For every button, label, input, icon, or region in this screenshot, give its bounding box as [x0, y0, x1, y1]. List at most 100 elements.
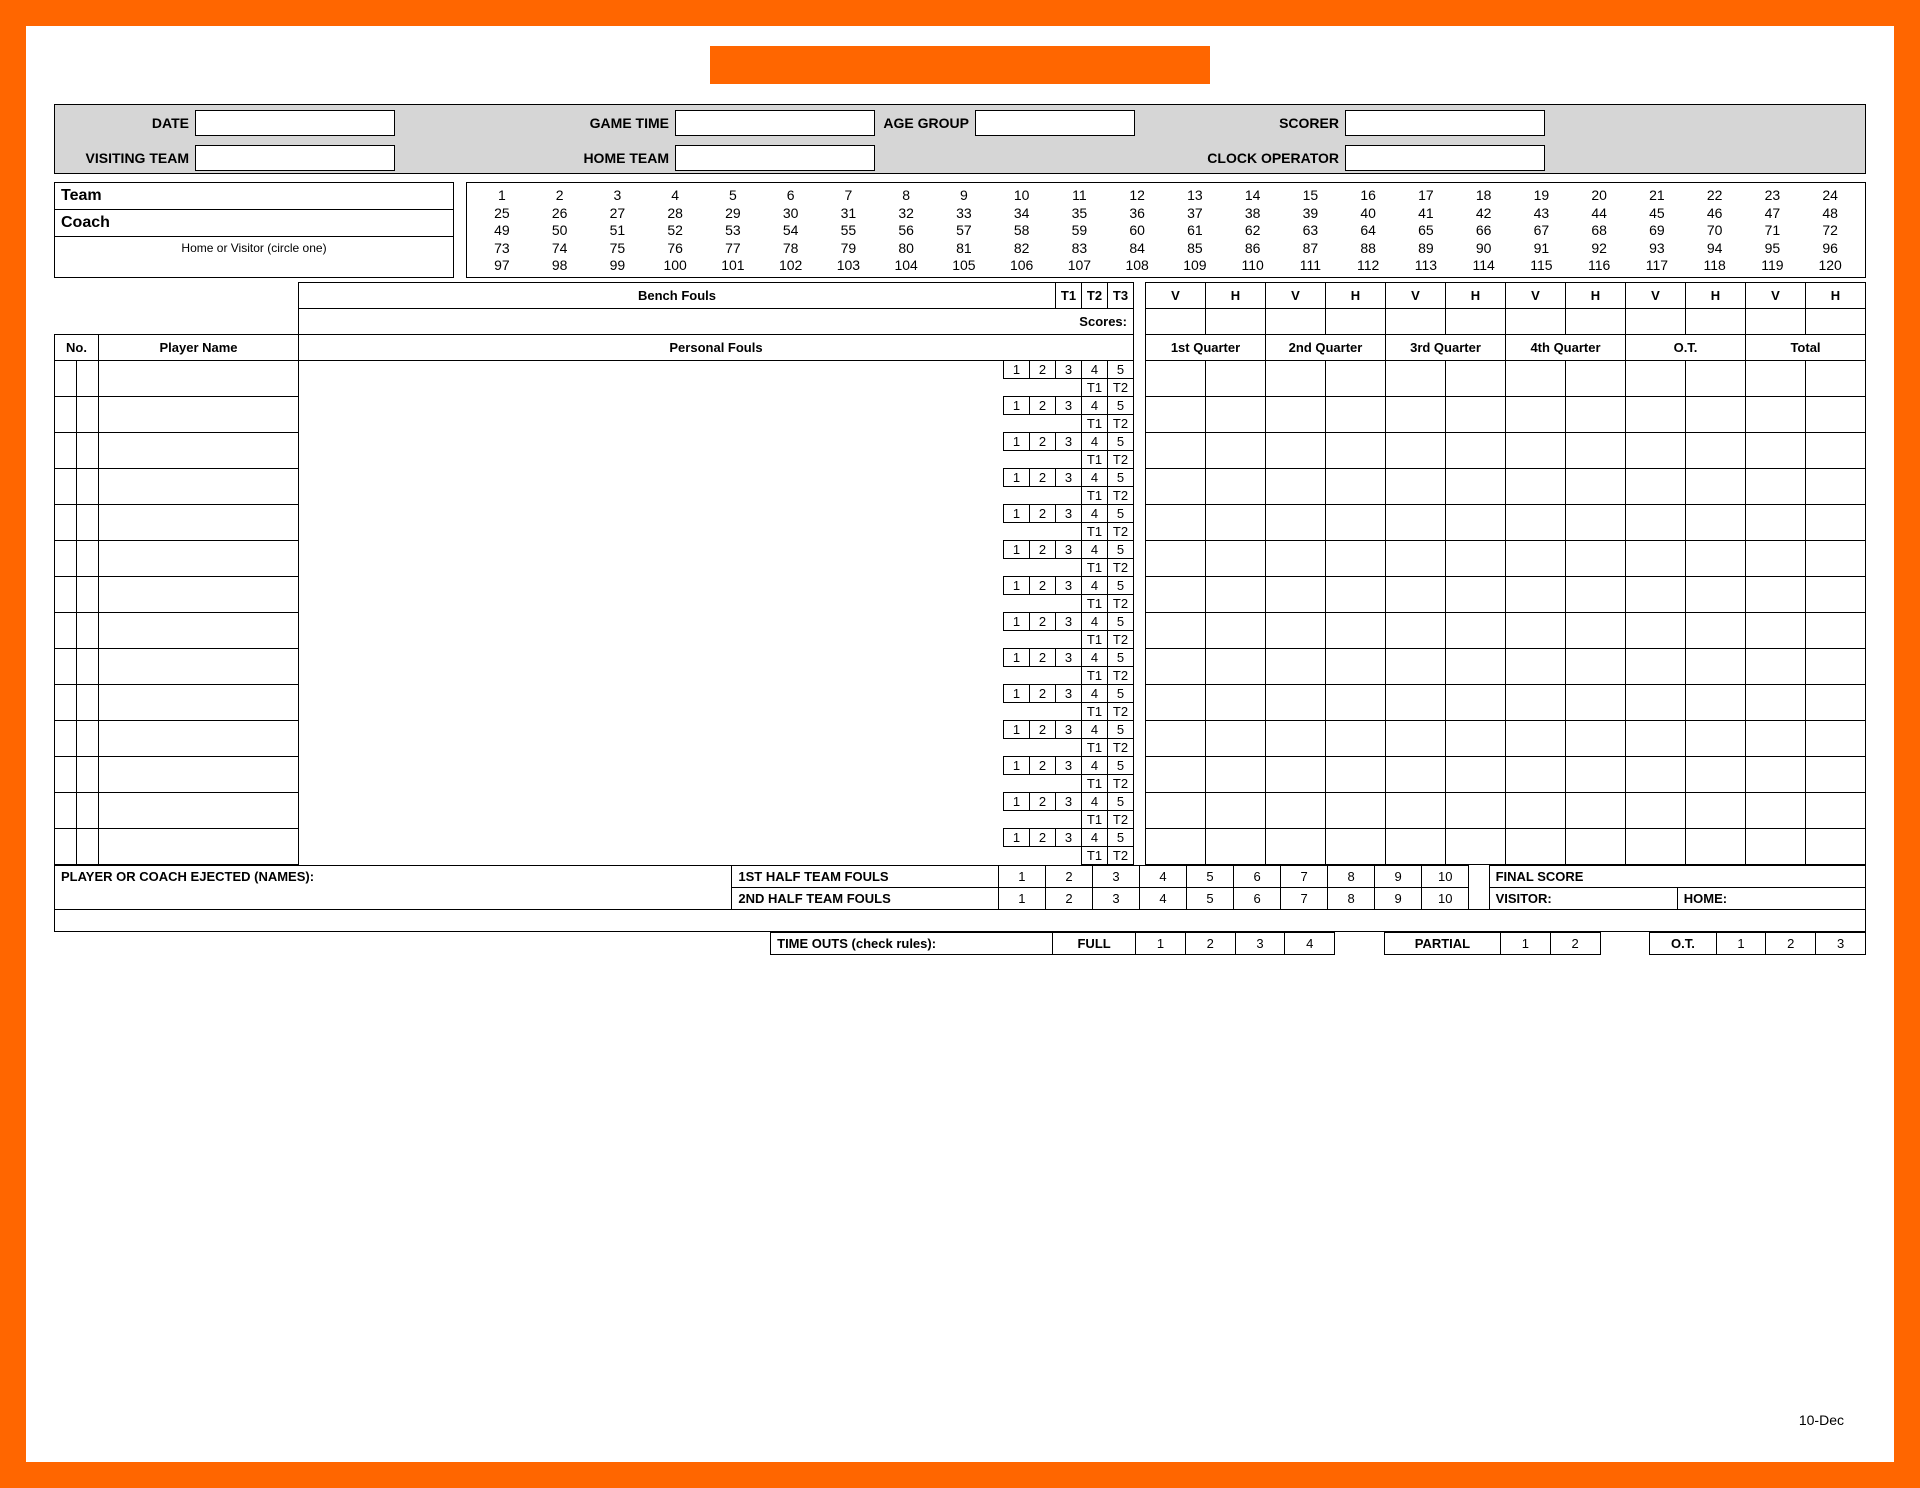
- score-cell[interactable]: [1626, 756, 1686, 792]
- score-cell[interactable]: 107: [1051, 257, 1109, 275]
- score-cell[interactable]: [1326, 720, 1386, 756]
- score-cell[interactable]: 62: [1224, 222, 1282, 240]
- score-cell[interactable]: 17: [1397, 187, 1455, 205]
- pf-4[interactable]: 4: [1082, 756, 1108, 774]
- player-name-cell[interactable]: [99, 432, 299, 468]
- player-no-a[interactable]: [55, 540, 77, 576]
- score-cell[interactable]: [1266, 432, 1326, 468]
- score-cell[interactable]: [1326, 648, 1386, 684]
- score-cell[interactable]: 42: [1455, 205, 1513, 223]
- score-cell[interactable]: [1686, 540, 1746, 576]
- pf-t2[interactable]: T2: [1108, 486, 1134, 504]
- pf-t1[interactable]: T1: [1082, 594, 1108, 612]
- h2-9[interactable]: 9: [1375, 887, 1422, 909]
- score-cell[interactable]: [1626, 504, 1686, 540]
- score-cell[interactable]: [1386, 648, 1446, 684]
- score-cell[interactable]: 68: [1570, 222, 1628, 240]
- score-cell[interactable]: [1746, 396, 1806, 432]
- score-cell[interactable]: [1566, 612, 1626, 648]
- score-cell[interactable]: 102: [762, 257, 820, 275]
- player-name-cell[interactable]: [99, 360, 299, 396]
- pf-2[interactable]: 2: [1030, 468, 1056, 486]
- player-name-cell[interactable]: [99, 396, 299, 432]
- score-cell[interactable]: [1806, 828, 1866, 864]
- pf-5[interactable]: 5: [1108, 504, 1134, 522]
- pf-5[interactable]: 5: [1108, 720, 1134, 738]
- score-cell[interactable]: [1746, 756, 1806, 792]
- pf-5[interactable]: 5: [1108, 756, 1134, 774]
- player-no-b[interactable]: [77, 720, 99, 756]
- score-cell[interactable]: 75: [589, 240, 647, 258]
- score-cell[interactable]: [1506, 756, 1566, 792]
- score-cell[interactable]: [1746, 540, 1806, 576]
- score-cell[interactable]: [1626, 720, 1686, 756]
- score-cell[interactable]: 32: [877, 205, 935, 223]
- h2-2[interactable]: 2: [1045, 887, 1092, 909]
- score-cell[interactable]: [1446, 468, 1506, 504]
- score-cell[interactable]: 5: [704, 187, 762, 205]
- score-cell[interactable]: 8: [877, 187, 935, 205]
- player-no-a[interactable]: [55, 792, 77, 828]
- score-cell[interactable]: [1626, 360, 1686, 396]
- score-cell[interactable]: [1686, 360, 1746, 396]
- pf-3[interactable]: 3: [1056, 396, 1082, 414]
- pf-1[interactable]: 1: [1004, 720, 1030, 738]
- score-cell[interactable]: 23: [1744, 187, 1802, 205]
- pf-1[interactable]: 1: [1004, 576, 1030, 594]
- pf-5[interactable]: 5: [1108, 792, 1134, 810]
- score-cell[interactable]: [1266, 540, 1326, 576]
- score-cell[interactable]: [1386, 684, 1446, 720]
- score-cell[interactable]: 54: [762, 222, 820, 240]
- score-cell[interactable]: [1386, 396, 1446, 432]
- player-no-a[interactable]: [55, 828, 77, 864]
- score-cell[interactable]: 61: [1166, 222, 1224, 240]
- score-cell[interactable]: [1686, 828, 1746, 864]
- player-no-a[interactable]: [55, 576, 77, 612]
- pf-t1[interactable]: T1: [1082, 522, 1108, 540]
- score-cell[interactable]: [1326, 792, 1386, 828]
- score-cell[interactable]: [1566, 828, 1626, 864]
- score-cell[interactable]: [1446, 684, 1506, 720]
- pf-t1[interactable]: T1: [1082, 846, 1108, 864]
- score-cell[interactable]: 52: [646, 222, 704, 240]
- pf-1[interactable]: 1: [1004, 504, 1030, 522]
- score-cell[interactable]: [1266, 684, 1326, 720]
- pf-5[interactable]: 5: [1108, 828, 1134, 846]
- date-input[interactable]: [195, 110, 395, 136]
- score-cell[interactable]: [1806, 396, 1866, 432]
- score-cell[interactable]: [1326, 360, 1386, 396]
- score-cell[interactable]: [1686, 612, 1746, 648]
- player-no-a[interactable]: [55, 756, 77, 792]
- score-cell[interactable]: [1326, 468, 1386, 504]
- score-cell[interactable]: [1206, 468, 1266, 504]
- pf-t1[interactable]: T1: [1082, 378, 1108, 396]
- player-name-cell[interactable]: [99, 720, 299, 756]
- pf-2[interactable]: 2: [1030, 792, 1056, 810]
- score-cell[interactable]: [1146, 756, 1206, 792]
- score-cell[interactable]: [1446, 792, 1506, 828]
- score-cell[interactable]: [1746, 468, 1806, 504]
- score-cell[interactable]: [1446, 432, 1506, 468]
- pf-3[interactable]: 3: [1056, 828, 1082, 846]
- score-cell[interactable]: 96: [1801, 240, 1859, 258]
- score-cell[interactable]: [1506, 468, 1566, 504]
- partial-1[interactable]: 1: [1501, 932, 1551, 954]
- score-cell[interactable]: [1626, 792, 1686, 828]
- player-no-a[interactable]: [55, 612, 77, 648]
- score-cell[interactable]: [1506, 684, 1566, 720]
- score-cell[interactable]: [1806, 792, 1866, 828]
- pf-1[interactable]: 1: [1004, 540, 1030, 558]
- score-cell[interactable]: [1566, 648, 1626, 684]
- player-no-b[interactable]: [77, 684, 99, 720]
- score-cell[interactable]: [1446, 612, 1506, 648]
- score-cell[interactable]: [1446, 504, 1506, 540]
- score-cell[interactable]: 33: [935, 205, 993, 223]
- score-cell[interactable]: 76: [646, 240, 704, 258]
- player-no-b[interactable]: [77, 792, 99, 828]
- score-cell[interactable]: [1746, 576, 1806, 612]
- score-cell[interactable]: 60: [1108, 222, 1166, 240]
- score-cell[interactable]: [1266, 828, 1326, 864]
- pf-5[interactable]: 5: [1108, 468, 1134, 486]
- score-cell[interactable]: 27: [589, 205, 647, 223]
- score-cell[interactable]: 49: [473, 222, 531, 240]
